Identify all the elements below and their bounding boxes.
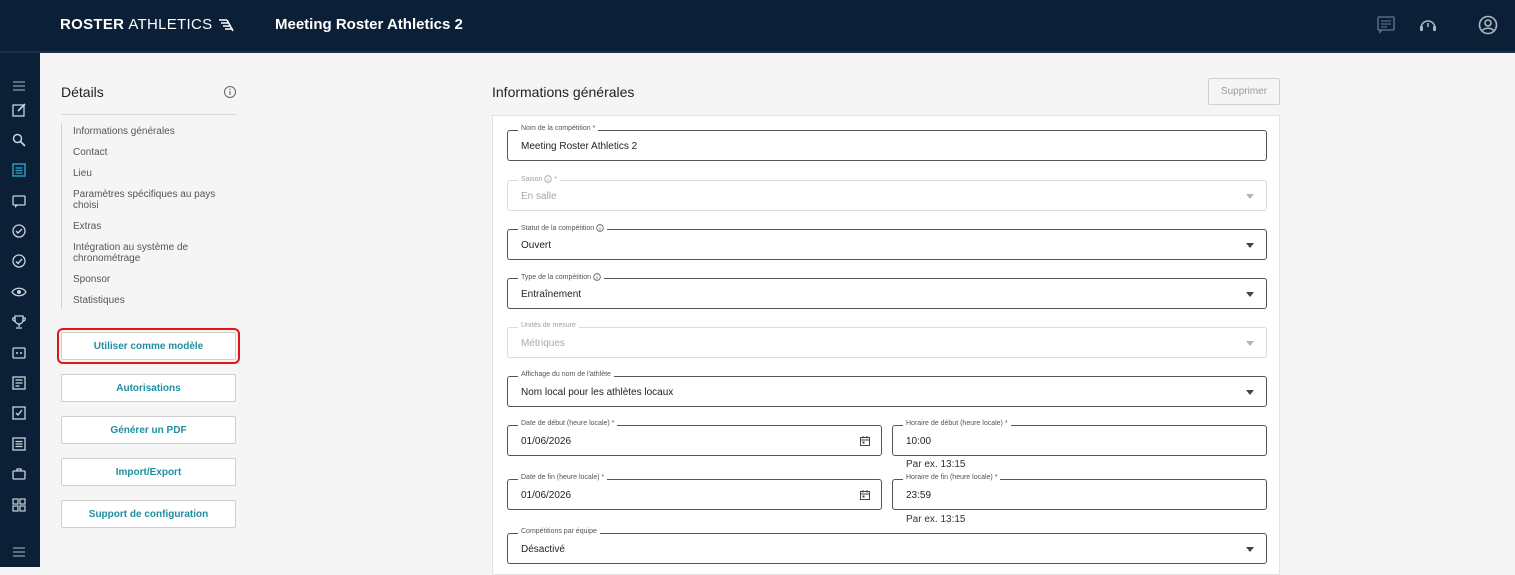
edit-icon[interactable] xyxy=(10,101,28,119)
chevron-down-icon xyxy=(1246,547,1254,552)
general-info-form: Nom de la compétition * Meeting Roster A… xyxy=(492,115,1280,575)
use-as-template-button[interactable]: Utiliser comme modèle xyxy=(57,328,240,364)
divider xyxy=(61,114,236,115)
start-date-field[interactable]: Date de début (heure locale) * 01/06/202… xyxy=(507,420,882,456)
eye-icon[interactable] xyxy=(10,283,28,301)
team-competitions-select[interactable]: Compétitions par équipe Désactivé xyxy=(507,528,1267,564)
competition-type-select[interactable]: Type de la compétition Entraînement xyxy=(507,273,1267,309)
delete-button[interactable]: Supprimer xyxy=(1208,78,1280,105)
season-select: Saison * En salle xyxy=(507,175,1267,211)
competition-status-select[interactable]: Statut de la compétition Ouvert xyxy=(507,224,1267,260)
toc-item-sponsor[interactable]: Sponsor xyxy=(62,274,221,285)
check-circle-icon[interactable] xyxy=(10,222,28,240)
page-title: Meeting Roster Athletics 2 xyxy=(275,16,463,33)
field-value: Meeting Roster Athletics 2 xyxy=(521,141,638,152)
chevron-down-icon xyxy=(1246,292,1254,297)
end-time-field[interactable]: Horaire de fin (heure locale) * 23:59 xyxy=(892,474,1267,510)
calendar-icon[interactable] xyxy=(859,435,871,447)
end-time-helper: Par ex. 13:15 xyxy=(906,514,966,525)
field-value: Ouvert xyxy=(521,240,552,251)
start-time-field[interactable]: Horaire de début (heure locale) * 10:00 xyxy=(892,420,1267,456)
field-value: Désactivé xyxy=(521,544,565,555)
section-title: Informations générales xyxy=(492,84,635,100)
details-toc: Informations générales Contact Lieu Para… xyxy=(61,123,221,309)
field-label: Date de fin (heure locale) * xyxy=(518,474,608,481)
field-label: Statut de la compétition xyxy=(518,224,608,232)
field-label: Horaire de fin (heure locale) * xyxy=(903,474,1001,481)
chevron-down-icon xyxy=(1246,390,1254,395)
list-icon[interactable] xyxy=(10,435,28,453)
info-icon[interactable] xyxy=(596,224,604,232)
nav-rail xyxy=(0,53,40,567)
apps-grid-icon[interactable] xyxy=(10,496,28,514)
field-label: Unités de mesure xyxy=(518,322,579,329)
chevron-down-icon xyxy=(1246,341,1254,346)
document-list-icon[interactable] xyxy=(10,161,28,179)
content-area: Détails Informations générales Contact L… xyxy=(40,53,1515,575)
briefcase-icon[interactable] xyxy=(10,465,28,483)
field-value: Métriques xyxy=(521,338,565,349)
scoreboard-icon[interactable] xyxy=(10,344,28,362)
toc-item-venue[interactable]: Lieu xyxy=(62,168,221,179)
start-time-helper: Par ex. 13:15 xyxy=(906,459,966,470)
check-circle-outline-icon[interactable] xyxy=(10,252,28,270)
toc-item-contact[interactable]: Contact xyxy=(62,147,221,158)
toc-item-statistics[interactable]: Statistiques xyxy=(62,295,221,306)
calendar-icon[interactable] xyxy=(859,489,871,501)
brand-logo[interactable]: ROSTER ATHLETICS xyxy=(60,16,236,33)
search-icon[interactable] xyxy=(10,131,28,149)
field-label: Type de la compétition xyxy=(518,273,605,281)
info-icon xyxy=(544,175,553,183)
field-value: 10:00 xyxy=(906,436,932,447)
newspaper-icon[interactable] xyxy=(10,374,28,392)
top-bar: ROSTER ATHLETICS Meeting Roster Athletic… xyxy=(0,0,1515,53)
field-label: Saison * xyxy=(518,175,561,183)
message-icon[interactable] xyxy=(10,192,28,210)
toc-item-timing-integration[interactable]: Intégration au système de chronométrage xyxy=(62,242,221,264)
athlete-name-display-select[interactable]: Affichage du nom de l'athlète Nom local … xyxy=(507,371,1267,407)
checkbox-icon[interactable] xyxy=(10,404,28,422)
toc-item-general-info[interactable]: Informations générales xyxy=(62,126,221,137)
configuration-support-button[interactable]: Support de configuration xyxy=(61,500,236,528)
field-value: Nom local pour les athlètes locaux xyxy=(521,387,674,398)
field-value: 23:59 xyxy=(906,490,932,501)
field-value: En salle xyxy=(521,191,557,202)
field-value: Entraînement xyxy=(521,289,582,300)
headset-support-icon[interactable] xyxy=(1417,14,1439,36)
details-title: Détails xyxy=(61,84,104,100)
chevron-down-icon xyxy=(1246,194,1254,199)
field-value: 01/06/2026 xyxy=(521,436,572,447)
field-label: Compétitions par équipe xyxy=(518,528,600,535)
info-icon[interactable] xyxy=(593,273,601,281)
field-label: Affichage du nom de l'athlète xyxy=(518,371,614,378)
account-circle-icon[interactable] xyxy=(1477,14,1499,36)
field-label: Date de début (heure locale) * xyxy=(518,420,618,427)
trophy-icon[interactable] xyxy=(10,313,28,331)
toc-item-extras[interactable]: Extras xyxy=(62,221,221,232)
menu-icon[interactable] xyxy=(10,77,28,95)
winged-shoe-icon xyxy=(219,18,235,31)
end-date-field[interactable]: Date de fin (heure locale) * 01/06/2026 xyxy=(507,474,882,510)
permissions-button[interactable]: Autorisations xyxy=(61,374,236,402)
menu-bottom-icon[interactable] xyxy=(10,543,28,561)
info-icon[interactable] xyxy=(223,85,237,99)
competition-name-field[interactable]: Nom de la compétition * Meeting Roster A… xyxy=(507,125,1267,161)
field-label: Nom de la compétition * xyxy=(518,125,599,132)
measurement-units-select: Unités de mesure Métriques xyxy=(507,322,1267,358)
import-export-button[interactable]: Import/Export xyxy=(61,458,236,486)
field-value: 01/06/2026 xyxy=(521,490,572,501)
field-label: Horaire de début (heure locale) * xyxy=(903,420,1011,427)
chat-icon[interactable] xyxy=(1375,14,1397,36)
chevron-down-icon xyxy=(1246,243,1254,248)
generate-pdf-button[interactable]: Générer un PDF xyxy=(61,416,236,444)
toc-item-country-settings[interactable]: Paramètres spécifiques au pays choisi xyxy=(62,189,221,211)
